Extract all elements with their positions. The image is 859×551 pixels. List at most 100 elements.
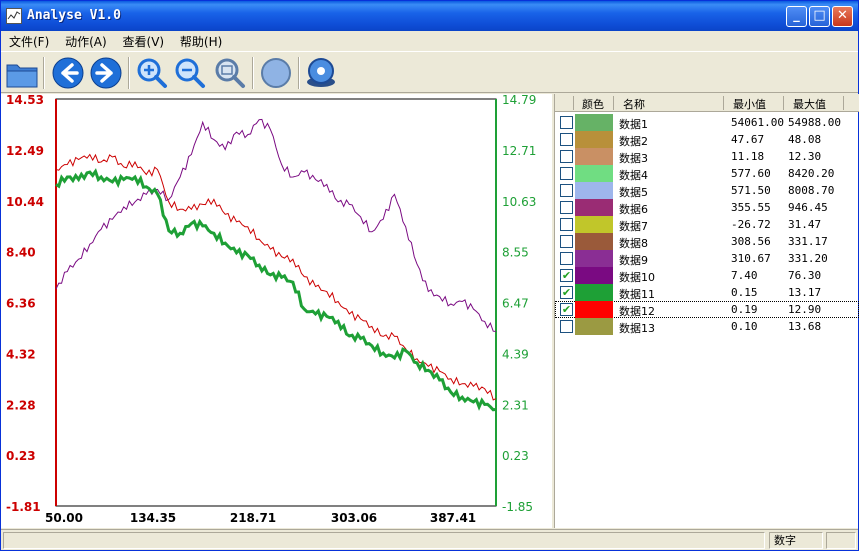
line-chart[interactable]: 14.53 12.49 10.44 8.40 6.36 4.32 2.28 0.23 -1.81… (1, 93, 552, 528)
series-color-swatch (575, 318, 613, 335)
header-name[interactable]: 名称 (623, 96, 645, 112)
series-color-swatch (575, 131, 613, 148)
series-name: 数据7 (619, 220, 648, 233)
app-window: Analyse V1.0 _ □ ✕ 文件(F) 动作(A) 查看(V) 帮助(… (0, 0, 859, 551)
grid-row[interactable]: 数据3 11.18 12.30 (555, 148, 859, 165)
menu-bar: 文件(F) 动作(A) 查看(V) 帮助(H) (1, 31, 858, 51)
back-arrow-icon[interactable] (51, 56, 85, 90)
close-button[interactable]: ✕ (832, 6, 853, 27)
zoom-in-icon[interactable] (135, 56, 169, 90)
zoom-out-icon[interactable] (173, 56, 207, 90)
left-tick-label: 14.53 (6, 94, 44, 107)
grid-row[interactable]: ✔ 数据12 0.19 12.90 (555, 301, 859, 318)
circle-icon[interactable] (259, 56, 293, 90)
grid-row[interactable]: 数据6 355.55 946.45 (555, 199, 859, 216)
series-color-swatch (575, 267, 613, 284)
menu-action[interactable]: 动作(A) (57, 31, 111, 50)
series-checkbox[interactable]: ✔ (560, 286, 573, 299)
series-checkbox[interactable]: ✔ (560, 303, 573, 316)
menu-view[interactable]: 查看(V) (115, 31, 169, 50)
series-min: 577.60 (731, 167, 771, 180)
series-checkbox[interactable] (560, 116, 573, 129)
series-checkbox[interactable] (560, 150, 573, 163)
header-separator (843, 96, 844, 110)
right-tick-label: 14.79 (502, 94, 536, 107)
series-min: 308.56 (731, 235, 771, 248)
left-tick-label: 4.32 (6, 347, 36, 361)
grid-row[interactable]: 数据4 577.60 8420.20 (555, 165, 859, 182)
forward-arrow-icon[interactable] (89, 56, 123, 90)
menu-file[interactable]: 文件(F) (1, 31, 53, 50)
x-tick-label: 134.35 (130, 511, 176, 525)
left-tick-label: 2.28 (6, 398, 36, 412)
left-tick-label: 6.36 (6, 297, 36, 311)
menu-help[interactable]: 帮助(H) (172, 31, 226, 50)
chart-panel: 14.53 12.49 10.44 8.40 6.36 4.32 2.28 0.23 -1.81… (1, 93, 552, 528)
series-checkbox[interactable] (560, 184, 573, 197)
series-name: 数据2 (619, 135, 648, 148)
minimize-button[interactable]: _ (786, 6, 807, 27)
app-icon (6, 8, 22, 24)
title-bar[interactable]: Analyse V1.0 _ □ ✕ (1, 1, 858, 31)
x-tick-label: 303.06 (331, 511, 377, 525)
series-name: 数据1 (619, 118, 648, 131)
left-tick-label: 0.23 (6, 449, 36, 463)
series-name: 数据3 (619, 152, 648, 165)
series-color-swatch (575, 301, 613, 318)
grid-row[interactable]: 数据7 -26.72 31.47 (555, 216, 859, 233)
series-min: 0.10 (731, 320, 758, 333)
right-tick-label: 0.23 (502, 449, 529, 463)
series-min: 0.15 (731, 286, 758, 299)
right-tick-label: -1.85 (502, 500, 533, 514)
header-min[interactable]: 最小值 (733, 96, 766, 112)
series-checkbox[interactable] (560, 218, 573, 231)
series-checkbox[interactable] (560, 133, 573, 146)
grid-row[interactable]: 数据1 54061.00 54988.00 (555, 114, 859, 131)
window-title: Analyse V1.0 (27, 8, 121, 23)
series-name: 数据4 (619, 169, 648, 182)
grid-header: 颜色 名称 最小值 最大值 (555, 94, 859, 112)
series-name: 数据13 (619, 322, 655, 335)
grid-row[interactable]: 数据13 0.10 13.68 (555, 318, 859, 335)
maximize-button[interactable]: □ (809, 6, 830, 27)
toolbar-separator (43, 57, 45, 89)
series-min: 47.67 (731, 133, 765, 146)
header-separator (613, 96, 614, 110)
series-checkbox[interactable] (560, 252, 573, 265)
grid-row[interactable]: ✔ 数据11 0.15 13.17 (555, 284, 859, 301)
zoom-fit-icon[interactable] (213, 56, 247, 90)
toolbar-separator (298, 57, 300, 89)
grid-row[interactable]: 数据9 310.67 331.20 (555, 250, 859, 267)
grid-row[interactable]: 数据8 308.56 331.17 (555, 233, 859, 250)
header-separator (573, 96, 574, 110)
series-checkbox[interactable] (560, 201, 573, 214)
series-min: 11.18 (731, 150, 765, 163)
right-tick-label: 8.55 (502, 246, 529, 260)
header-max[interactable]: 最大值 (793, 96, 826, 112)
grid-row[interactable]: 数据2 47.67 48.08 (555, 131, 859, 148)
series-checkbox[interactable]: ✔ (560, 269, 573, 282)
open-folder-icon[interactable] (5, 56, 39, 90)
header-separator (783, 96, 784, 110)
series-max: 8420.20 (788, 167, 835, 180)
series-min: 54061.00 (731, 116, 784, 129)
plot-frame (55, 98, 497, 507)
toolbar (1, 51, 858, 93)
series-color-swatch (575, 233, 613, 250)
grid-row[interactable]: 数据5 571.50 8008.70 (555, 182, 859, 199)
series-checkbox[interactable] (560, 235, 573, 248)
header-color[interactable]: 颜色 (582, 96, 604, 112)
series-color-swatch (575, 199, 613, 216)
left-tick-label: 10.44 (6, 195, 44, 209)
x-tick-label: 218.71 (230, 511, 276, 525)
series-name: 数据9 (619, 254, 648, 267)
status-extra (826, 532, 856, 549)
series-checkbox[interactable] (560, 320, 573, 333)
series-checkbox[interactable] (560, 167, 573, 180)
settings-disk-icon[interactable] (304, 56, 338, 90)
right-tick-label: 12.71 (502, 144, 536, 158)
series-min: 355.55 (731, 201, 771, 214)
series-max: 13.68 (788, 320, 822, 333)
series-max: 8008.70 (788, 184, 835, 197)
grid-row[interactable]: ✔ 数据10 7.40 76.30 (555, 267, 859, 284)
